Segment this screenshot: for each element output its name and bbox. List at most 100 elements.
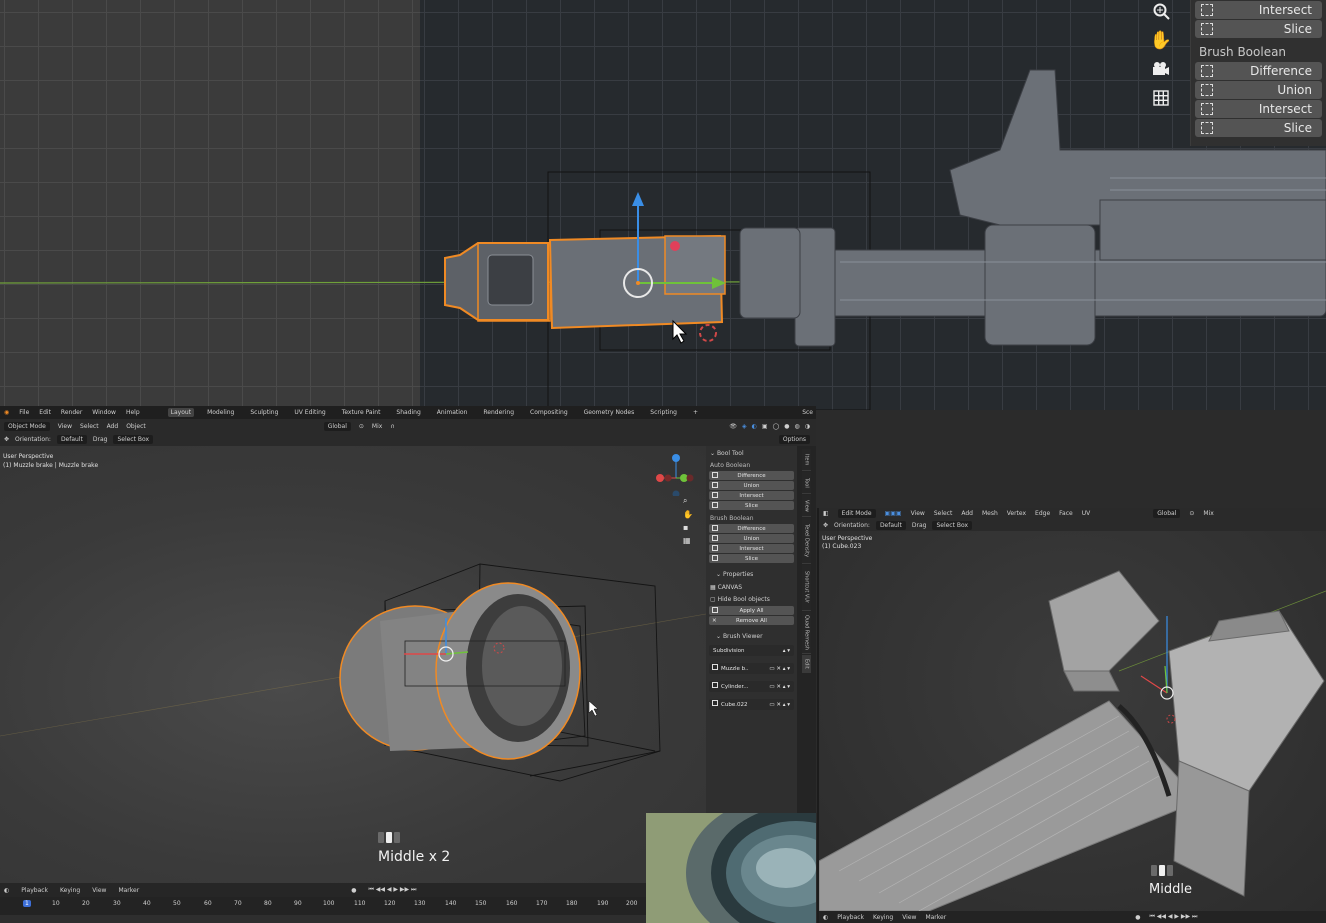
playback-controls[interactable]: ⏮ ◀◀ ◀ ▶ ▶▶ ⏭ xyxy=(368,886,416,894)
current-frame-indicator[interactable]: 1 xyxy=(23,900,31,907)
wireframe-shading-icon[interactable]: ◯ xyxy=(773,423,780,430)
tab-modeling[interactable]: Modeling xyxy=(204,408,237,417)
menu-keying[interactable]: Keying xyxy=(60,887,80,894)
brush-intersect-button[interactable]: Intersect xyxy=(709,544,794,553)
mode-select[interactable]: Object Mode xyxy=(4,421,50,431)
tab-texel-density[interactable]: Texel Density xyxy=(802,518,811,564)
orientation-select[interactable]: Default xyxy=(56,435,87,444)
menu-mesh[interactable]: Mesh xyxy=(982,510,998,517)
auto-slice-button[interactable]: Slice xyxy=(709,501,794,510)
tab-compositing[interactable]: Compositing xyxy=(527,408,571,417)
tab-layout[interactable]: Layout xyxy=(167,408,195,417)
drag-select[interactable]: Select Box xyxy=(113,435,154,444)
mode-select[interactable]: Edit Mode xyxy=(837,509,876,518)
material-shading-icon[interactable]: ◍ xyxy=(795,423,800,430)
transform-tool-icon[interactable]: ✥ xyxy=(4,436,9,443)
auto-union-button[interactable]: Union xyxy=(709,481,794,490)
tab-texture-paint[interactable]: Texture Paint xyxy=(339,408,384,417)
tab-uv-editing[interactable]: UV Editing xyxy=(291,408,328,417)
rendered-shading-icon[interactable]: ◑ xyxy=(805,423,810,430)
brush-item-2[interactable]: Cylinder... ▭ ✕ ▴ ▾ xyxy=(709,681,794,692)
camera-icon[interactable]: ▪ xyxy=(683,523,693,532)
snap-icon[interactable]: ⊙ xyxy=(1189,510,1194,517)
hide-bool-checkbox[interactable]: ▢ Hide Bool objects xyxy=(706,594,797,605)
tab-animation[interactable]: Animation xyxy=(434,408,471,417)
tab-rendering[interactable]: Rendering xyxy=(480,408,517,417)
editor-type-icon[interactable]: ◧ xyxy=(823,510,829,517)
auto-intersect-button[interactable]: Intersect xyxy=(1195,1,1322,19)
menu-edge[interactable]: Edge xyxy=(1035,510,1050,517)
menu-view[interactable]: View xyxy=(58,423,72,430)
viewport-3d-right[interactable]: User Perspective (1) Cube.023 Middle xyxy=(819,531,1326,911)
apply-all-button[interactable]: Apply All xyxy=(709,606,794,615)
navigation-gizmo[interactable] xyxy=(652,452,698,496)
add-workspace-button[interactable]: + xyxy=(690,408,701,417)
remove-all-button[interactable]: ✕ Remove All xyxy=(709,616,794,625)
viewport-3d[interactable]: User Perspective (1) Muzzle brake | Muzz… xyxy=(0,446,706,883)
tab-edit[interactable]: Edit xyxy=(802,655,811,673)
xray-icon[interactable]: ▣ xyxy=(762,423,768,430)
menu-keying[interactable]: Keying xyxy=(873,914,893,921)
menu-select[interactable]: Select xyxy=(80,423,99,430)
tab-shortcut-vur[interactable]: Shortcut VUr xyxy=(802,565,811,611)
solid-shading-icon[interactable]: ● xyxy=(784,423,789,430)
drag-select[interactable]: Select Box xyxy=(932,520,973,530)
menu-view[interactable]: View xyxy=(911,510,925,517)
auto-slice-button[interactable]: Slice xyxy=(1195,20,1322,38)
scene-selector[interactable]: Sce xyxy=(802,409,813,416)
menu-add[interactable]: Add xyxy=(961,510,973,517)
proportional-select[interactable]: Mix xyxy=(1203,510,1213,517)
menu-view[interactable]: View xyxy=(902,914,916,921)
brush-slice-button[interactable]: Slice xyxy=(1195,119,1322,137)
zoom-icon[interactable] xyxy=(1150,0,1172,22)
modifier-select[interactable]: Subdivision ▴ ▾ xyxy=(709,645,794,656)
menu-object[interactable]: Object xyxy=(126,423,146,430)
menu-window[interactable]: Window xyxy=(92,409,116,416)
brush-item-3[interactable]: Cube.022 ▭ ✕ ▴ ▾ xyxy=(709,699,794,710)
brush-slice-button[interactable]: Slice xyxy=(709,554,794,563)
tab-item[interactable]: Item xyxy=(802,449,811,471)
menu-marker[interactable]: Marker xyxy=(925,914,946,921)
transform-tool-icon[interactable]: ✥ xyxy=(823,522,828,529)
visibility-icon[interactable]: 👁 xyxy=(729,423,737,430)
tab-tool[interactable]: Tool xyxy=(802,472,811,494)
top-viewport[interactable]: ✋ Intersect Slice Brush Boolean Differen… xyxy=(0,0,1326,410)
playback-controls[interactable]: ⏮ ◀◀ ◀ ▶ ▶▶ ⏭ xyxy=(1149,913,1197,921)
blender-logo-icon[interactable]: ◉ xyxy=(4,409,9,416)
select-mode-icons[interactable]: ▣▣▣ xyxy=(885,510,902,517)
frame-ruler[interactable]: 1 10 20 30 40 50 60 70 80 90 100 110 120… xyxy=(0,900,646,912)
menu-add[interactable]: Add xyxy=(107,423,119,430)
brush-difference-button[interactable]: Difference xyxy=(1195,62,1322,80)
hand-pan-icon[interactable]: ✋ xyxy=(1150,29,1172,51)
tab-sculpting[interactable]: Sculpting xyxy=(247,408,281,417)
menu-playback[interactable]: Playback xyxy=(837,914,864,921)
tab-geometry-nodes[interactable]: Geometry Nodes xyxy=(581,408,638,417)
hand-pan-icon[interactable]: ✋ xyxy=(683,510,693,519)
snap-icon[interactable]: ⊙ xyxy=(359,423,364,430)
tab-quad-remesh[interactable]: Quad Remesh xyxy=(802,612,811,654)
timeline-scrollbar[interactable] xyxy=(0,915,646,923)
editor-type-icon[interactable]: ◐ xyxy=(823,914,828,921)
proportional-select[interactable]: Mix xyxy=(372,423,382,430)
tab-view[interactable]: View xyxy=(802,495,811,517)
menu-help[interactable]: Help xyxy=(126,409,140,416)
zoom-icon[interactable]: ⌕ xyxy=(683,496,693,506)
transform-orientation-select[interactable]: Global xyxy=(323,421,351,431)
menu-file[interactable]: File xyxy=(19,409,29,416)
falloff-icon[interactable]: ∩ xyxy=(390,423,394,430)
menu-uv[interactable]: UV xyxy=(1082,510,1091,517)
menu-vertex[interactable]: Vertex xyxy=(1007,510,1026,517)
transform-orientation-select[interactable]: Global xyxy=(1153,509,1181,518)
brush-difference-button[interactable]: Difference xyxy=(709,524,794,533)
orientation-select[interactable]: Default xyxy=(875,520,906,530)
brush-union-button[interactable]: Union xyxy=(709,534,794,543)
menu-render[interactable]: Render xyxy=(61,409,82,416)
brush-item-1[interactable]: Muzzle b.. ▭ ✕ ▴ ▾ xyxy=(709,663,794,674)
tab-shading[interactable]: Shading xyxy=(393,408,423,417)
camera-icon[interactable] xyxy=(1150,58,1172,80)
overlay-icon[interactable]: ◐ xyxy=(752,423,757,430)
record-icon[interactable]: ● xyxy=(1135,914,1140,921)
gizmo-icon[interactable]: ◈ xyxy=(742,423,747,430)
grid-view-icon[interactable]: ▦ xyxy=(683,536,693,545)
menu-playback[interactable]: Playback xyxy=(21,887,48,894)
